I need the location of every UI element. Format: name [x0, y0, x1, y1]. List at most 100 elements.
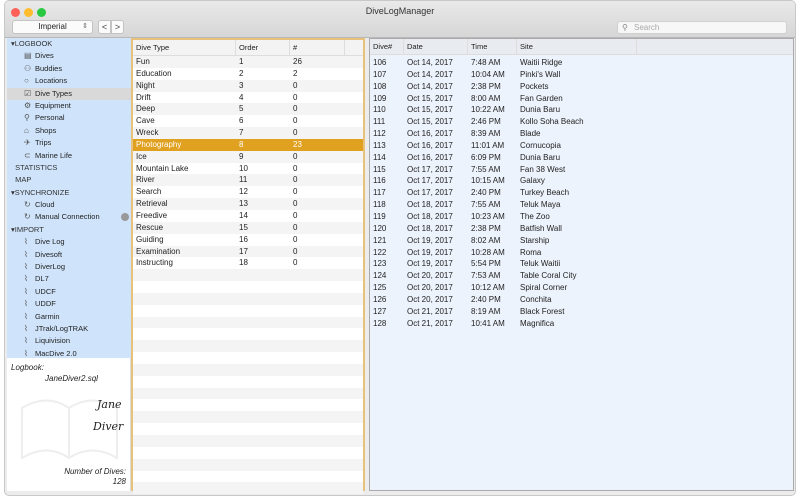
- sidebar-item-label: UDDF: [35, 299, 56, 309]
- table-row[interactable]: Fun 1 26: [133, 56, 363, 68]
- logbook-file: JaneDiver2.sql: [45, 374, 98, 383]
- sidebar-item-buddies[interactable]: ⚇ Buddies: [7, 63, 131, 75]
- time-cell: 7:55 AM: [471, 200, 501, 210]
- table-row[interactable]: 113 Oct 16, 2017 11:01 AM Cornucopia: [370, 140, 793, 152]
- table-row[interactable]: 127 Oct 21, 2017 8:19 AM Black Forest: [370, 306, 793, 318]
- chevron-updown-icon: ⇕: [82, 23, 88, 30]
- back-button[interactable]: <: [98, 20, 111, 34]
- sidebar-item-macdive-2-0[interactable]: ⌇ MacDive 2.0: [7, 348, 131, 358]
- table-row[interactable]: 126 Oct 20, 2017 2:40 PM Conchita: [370, 294, 793, 306]
- site-cell: Teluk Waitii: [520, 259, 561, 269]
- sidebar-item-dl7[interactable]: ⌇ DL7: [7, 273, 131, 285]
- table-row[interactable]: Rescue 15 0: [133, 221, 363, 234]
- table-row[interactable]: 109 Oct 15, 2017 8:00 AM Fan Garden: [370, 93, 793, 105]
- sidebar-item-divesoft[interactable]: ⌇ Divesoft: [7, 249, 131, 261]
- sidebar-section-statistics[interactable]: STATISTICS: [7, 162, 131, 174]
- column-header-time[interactable]: Time: [468, 39, 517, 54]
- table-row[interactable]: 116 Oct 17, 2017 10:15 AM Galaxy: [370, 175, 793, 187]
- dive-type-cell: Freedive: [136, 210, 168, 220]
- sidebar-item-trips[interactable]: ✈ Trips: [7, 137, 131, 149]
- column-header-order[interactable]: Order: [236, 40, 290, 55]
- sidebar-section-synchronize[interactable]: ▾SYNCHRONIZE: [7, 187, 131, 199]
- date-cell: Oct 21, 2017: [407, 306, 453, 316]
- table-row[interactable]: 114 Oct 16, 2017 6:09 PM Dunia Baru: [370, 152, 793, 164]
- sidebar-item-manual-connection[interactable]: ↻ Manual Connection: [7, 211, 131, 223]
- sidebar-item-dive-log[interactable]: ⌇ Dive Log: [7, 236, 131, 248]
- table-row[interactable]: 112 Oct 16, 2017 8:39 AM Blade: [370, 128, 793, 140]
- table-row[interactable]: 106 Oct 14, 2017 7:48 AM Waitii Ridge: [370, 57, 793, 69]
- table-row[interactable]: 123 Oct 19, 2017 5:54 PM Teluk Waitii: [370, 258, 793, 270]
- sidebar-item-jtrak-logtrak[interactable]: ⌇ JTrak/LogTRAK: [7, 323, 131, 335]
- table-row[interactable]: 119 Oct 18, 2017 10:23 AM The Zoo: [370, 211, 793, 223]
- table-row[interactable]: Mountain Lake 10 0: [133, 163, 363, 175]
- count-cell: 23: [293, 139, 302, 149]
- table-row[interactable]: 117 Oct 17, 2017 2:40 PM Turkey Beach: [370, 187, 793, 199]
- dive-number-cell: 109: [373, 93, 387, 103]
- table-row[interactable]: 122 Oct 19, 2017 10:28 AM Roma: [370, 247, 793, 259]
- sidebar-item-personal[interactable]: ⚲ Personal: [7, 112, 131, 124]
- table-row[interactable]: 110 Oct 15, 2017 10:22 AM Dunia Baru: [370, 104, 793, 116]
- table-row[interactable]: 111 Oct 15, 2017 2:46 PM Kollo Soha Beach: [370, 116, 793, 128]
- units-select[interactable]: Imperial ⇕: [12, 20, 93, 34]
- sidebar-section-import[interactable]: ▾IMPORT: [7, 224, 131, 236]
- empty-row: [133, 482, 363, 495]
- site-cell: Pinki's Wall: [520, 69, 561, 79]
- count-cell: 0: [293, 163, 298, 173]
- table-row[interactable]: Examination 17 0: [133, 245, 363, 258]
- sidebar-item-garmin[interactable]: ⌇ Garmin: [7, 311, 131, 323]
- table-row[interactable]: Deep 5 0: [133, 103, 363, 116]
- table-row[interactable]: Search 12 0: [133, 186, 363, 198]
- column-header-date[interactable]: Date: [404, 39, 468, 54]
- time-cell: 2:40 PM: [471, 294, 501, 304]
- table-row[interactable]: 118 Oct 18, 2017 7:55 AM Teluk Maya: [370, 199, 793, 211]
- date-cell: Oct 19, 2017: [407, 247, 453, 257]
- column-header-site[interactable]: Site: [517, 39, 637, 54]
- sidebar-section-map[interactable]: MAP: [7, 174, 131, 186]
- table-row[interactable]: Freedive 14 0: [133, 210, 363, 222]
- table-row[interactable]: Education 2 2: [133, 68, 363, 80]
- sidebar-item-locations[interactable]: ○ Locations: [7, 75, 131, 87]
- site-cell: Waitii Ridge: [520, 58, 563, 67]
- column-header-count[interactable]: #: [290, 40, 345, 55]
- sidebar-item-dives[interactable]: ▤ Dives: [7, 50, 131, 62]
- sidebar-item-shops[interactable]: ⌂ Shops: [7, 125, 131, 137]
- dive-type-cell: Retrieval: [136, 199, 168, 209]
- table-row[interactable]: 120 Oct 18, 2017 2:38 PM Batfish Wall: [370, 223, 793, 235]
- table-row[interactable]: Cave 6 0: [133, 115, 363, 127]
- table-row[interactable]: Retrieval 13 0: [133, 198, 363, 210]
- search-input[interactable]: ⚲ Search: [617, 21, 787, 34]
- sidebar-item-diverlog[interactable]: ⌇ DiverLog: [7, 261, 131, 273]
- sidebar-item-marine-life[interactable]: ⊂ Marine Life: [7, 150, 131, 162]
- sidebar-item-uddf[interactable]: ⌇ UDDF: [7, 298, 131, 310]
- table-row[interactable]: Photography 8 23: [133, 138, 363, 151]
- table-row[interactable]: Ice 9 0: [133, 150, 363, 163]
- sidebar-item-equipment[interactable]: ⚙ Equipment: [7, 100, 131, 112]
- table-row[interactable]: Night 3 0: [133, 79, 363, 92]
- table-row[interactable]: 125 Oct 20, 2017 10:12 AM Spiral Corner: [370, 282, 793, 294]
- table-row[interactable]: 107 Oct 14, 2017 10:04 AM Pinki's Wall: [370, 69, 793, 81]
- sidebar-item-cloud[interactable]: ↻ Cloud: [7, 199, 131, 211]
- dive-number-cell: 115: [373, 164, 386, 174]
- sidebar-item-label: Shops: [35, 125, 57, 135]
- table-row[interactable]: 124 Oct 20, 2017 7:53 AM Table Coral City: [370, 270, 793, 282]
- column-header-dive-type[interactable]: Dive Type: [133, 40, 236, 55]
- table-row[interactable]: 121 Oct 19, 2017 8:02 AM Starship: [370, 235, 793, 247]
- table-row[interactable]: 128 Oct 21, 2017 10:41 AM Magnifica: [370, 318, 793, 330]
- date-cell: Oct 18, 2017: [407, 200, 453, 210]
- table-row[interactable]: Drift 4 0: [133, 92, 363, 104]
- sidebar-section-logbook[interactable]: ▾LOGBOOK: [7, 38, 131, 50]
- table-row[interactable]: River 11 0: [133, 174, 363, 187]
- count-cell: 0: [293, 116, 298, 126]
- column-header-dive-number[interactable]: Dive#: [370, 39, 404, 54]
- sidebar-item-dive-types[interactable]: ☑ Dive Types: [7, 87, 131, 100]
- table-row[interactable]: Guiding 16 0: [133, 234, 363, 246]
- sidebar-item-udcf[interactable]: ⌇ UDCF: [7, 286, 131, 298]
- site-cell: Magnifica: [520, 318, 555, 328]
- table-row[interactable]: Wreck 7 0: [133, 127, 363, 139]
- table-row[interactable]: 108 Oct 14, 2017 2:38 PM Pockets: [370, 81, 793, 93]
- sidebar-item-liquivision[interactable]: ⌇ Liquivision: [7, 335, 131, 347]
- sidebar-item-label: UDCF: [35, 286, 56, 296]
- table-row[interactable]: 115 Oct 17, 2017 7:55 AM Fan 38 West: [370, 164, 793, 176]
- table-row[interactable]: Instructing 18 0: [133, 257, 363, 269]
- forward-button[interactable]: >: [111, 20, 124, 34]
